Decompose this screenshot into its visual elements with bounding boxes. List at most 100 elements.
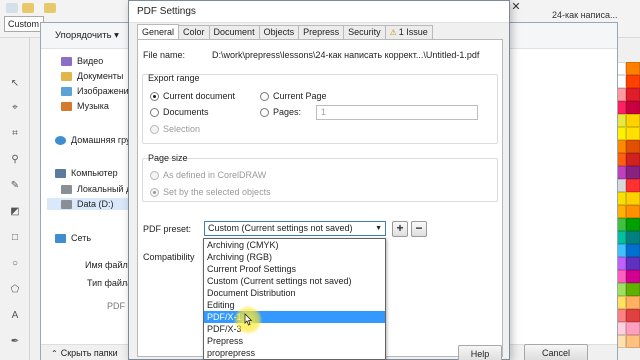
palette-swatch[interactable]: [626, 296, 640, 309]
nav-item-label: Сеть: [71, 233, 92, 243]
preset-option[interactable]: Current Proof Settings: [204, 263, 385, 275]
preset-option[interactable]: Document Distribution: [204, 287, 385, 299]
radio-label: Current document: [163, 91, 236, 101]
palette-swatch[interactable]: [626, 140, 640, 153]
radio-indicator: [260, 91, 269, 101]
pictures-library-icon: [61, 86, 72, 96]
radio-set-by-selected[interactable]: Set by the selected objects: [150, 187, 271, 197]
nav-item-video[interactable]: Видео: [61, 55, 103, 67]
nav-item-pictures[interactable]: Изображения: [61, 85, 134, 97]
radio-selection[interactable]: Selection: [150, 124, 200, 134]
radio-indicator: [260, 107, 269, 117]
palette-swatch[interactable]: [626, 153, 640, 166]
eyedropper-tool-icon[interactable]: ✒: [9, 336, 21, 348]
nav-item-data-disk[interactable]: Data (D:): [47, 198, 129, 210]
nav-item-label: Видео: [77, 56, 104, 66]
shape-tool-icon[interactable]: ⌖: [9, 102, 21, 114]
ellipse-tool-icon[interactable]: ○: [9, 258, 21, 270]
folder-icon[interactable]: [44, 3, 56, 13]
polygon-tool-icon[interactable]: ⬠: [9, 284, 21, 296]
radio-current-page[interactable]: Current Page: [260, 91, 327, 101]
remove-preset-button[interactable]: −: [411, 221, 427, 237]
pdf-preset-label: PDF preset:: [143, 224, 192, 234]
cancel-button[interactable]: Cancel: [524, 344, 588, 360]
palette-swatch[interactable]: [626, 335, 640, 348]
nav-item-label: Data (D:): [77, 199, 114, 209]
organize-menu[interactable]: Упорядочить ▾: [55, 30, 119, 41]
palette-swatch[interactable]: [626, 283, 640, 296]
tab-prepress[interactable]: Prepress: [298, 25, 345, 39]
pdf-preset-select[interactable]: Custom (Current settings not saved) ▼: [204, 221, 386, 236]
page-size-combo[interactable]: Custom: [4, 16, 44, 32]
radio-current-document[interactable]: Current document: [150, 91, 235, 101]
dialog-title: PDF Settings: [137, 6, 196, 17]
help-button[interactable]: Help: [458, 345, 502, 360]
palette-swatch[interactable]: [626, 101, 640, 114]
zoom-tool-icon[interactable]: ⚲: [9, 154, 21, 166]
nav-item-network[interactable]: Сеть: [55, 232, 91, 244]
rectangle-tool-icon[interactable]: □: [9, 232, 21, 244]
nav-item-label: Музыка: [77, 101, 109, 111]
network-icon: [55, 233, 66, 243]
palette-swatch[interactable]: [626, 192, 640, 205]
pick-tool-icon[interactable]: ↖: [9, 78, 21, 90]
tab-color[interactable]: Color: [178, 25, 210, 39]
computer-icon: [55, 168, 66, 178]
pdf-preset-dropdown[interactable]: Archiving (CMYK) Archiving (RGB) Current…: [203, 238, 386, 360]
homegroup-icon: [55, 135, 66, 145]
palette-swatch[interactable]: [626, 231, 640, 244]
palette-swatch[interactable]: [626, 114, 640, 127]
folder-icon[interactable]: [22, 3, 34, 13]
palette-swatch[interactable]: [626, 218, 640, 231]
chevron-up-icon: ⌃: [51, 348, 58, 358]
crop-tool-icon[interactable]: ⌗: [9, 128, 21, 140]
video-library-icon: [61, 56, 72, 66]
tab-objects[interactable]: Objects: [258, 25, 300, 39]
nav-item-computer[interactable]: Компьютер: [55, 167, 118, 179]
radio-indicator: [150, 91, 159, 101]
tab-issues[interactable]: ⚠ 1 Issue: [384, 25, 433, 39]
tab-document[interactable]: Document: [208, 25, 260, 39]
palette-swatch[interactable]: [626, 127, 640, 140]
nav-item-music[interactable]: Музыка: [61, 100, 109, 112]
hide-folders-toggle[interactable]: ⌃ Скрыть папки: [51, 348, 118, 358]
warning-icon: ⚠: [389, 28, 397, 37]
radio-label: Selection: [163, 124, 201, 134]
nav-item-documents[interactable]: Документы: [61, 70, 123, 82]
new-document-icon[interactable]: [6, 3, 18, 13]
preset-option[interactable]: proprepress: [204, 347, 385, 359]
palette-swatch[interactable]: [626, 62, 640, 75]
palette-swatch[interactable]: [626, 166, 640, 179]
pages-input[interactable]: 1: [316, 105, 478, 120]
palette-swatch[interactable]: [626, 88, 640, 101]
preset-option[interactable]: PDF/X-3: [204, 323, 385, 335]
preset-option[interactable]: Prepress: [204, 335, 385, 347]
preset-option-highlighted[interactable]: PDF/X-1: [204, 311, 385, 323]
palette-swatch[interactable]: [626, 322, 640, 335]
smart-fill-icon[interactable]: ◩: [9, 206, 21, 218]
radio-label: As defined in CorelDRAW: [163, 170, 267, 180]
palette-swatch[interactable]: [626, 75, 640, 88]
tab-security[interactable]: Security: [343, 25, 386, 39]
preset-option[interactable]: Editing: [204, 299, 385, 311]
preset-option[interactable]: Archiving (RGB): [204, 251, 385, 263]
palette-swatch[interactable]: [626, 205, 640, 218]
palette-swatch[interactable]: [626, 270, 640, 283]
radio-label: Current Page: [273, 91, 327, 101]
tab-strip: General Color Document Objects Prepress …: [137, 24, 433, 39]
radio-documents[interactable]: Documents: [150, 107, 209, 117]
preset-option[interactable]: Custom (Current settings not saved): [204, 275, 385, 287]
freehand-tool-icon[interactable]: ✎: [9, 180, 21, 192]
palette-swatch[interactable]: [626, 179, 640, 192]
tab-general[interactable]: General: [137, 24, 180, 39]
radio-as-defined[interactable]: As defined in CorelDRAW: [150, 170, 266, 180]
data-disk-icon: [61, 199, 72, 209]
preset-option[interactable]: Archiving (CMYK): [204, 239, 385, 251]
radio-pages[interactable]: Pages:: [260, 107, 301, 117]
coreldraw-toolbox: ↖ ⌖ ⌗ ⚲ ✎ ◩ □ ○ ⬠ A ✒: [0, 38, 30, 360]
palette-swatch[interactable]: [626, 309, 640, 322]
palette-swatch[interactable]: [626, 257, 640, 270]
text-tool-icon[interactable]: A: [9, 310, 21, 322]
add-preset-button[interactable]: +: [392, 221, 408, 237]
palette-swatch[interactable]: [626, 244, 640, 257]
